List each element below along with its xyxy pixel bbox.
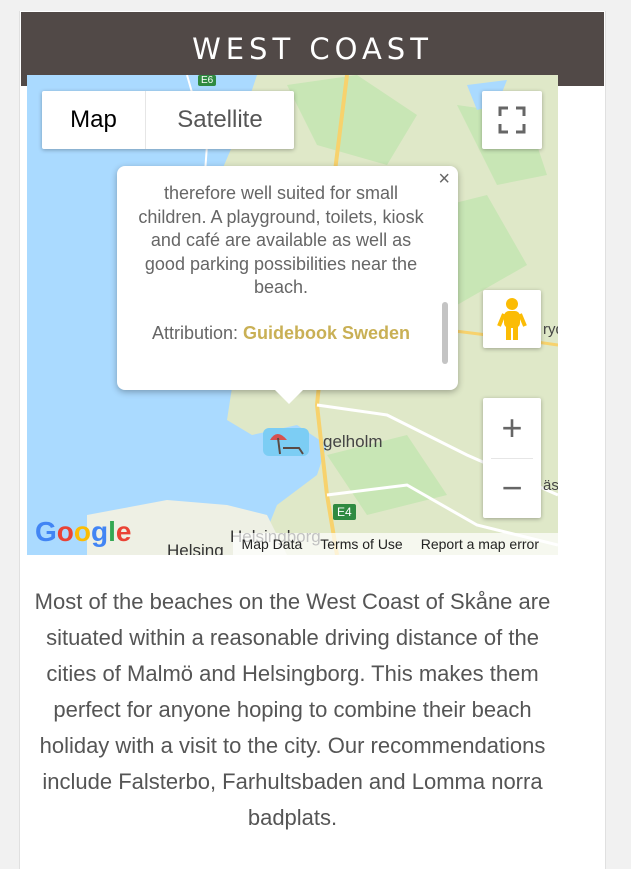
info-window-content: therefore well suited for small children… xyxy=(131,182,431,345)
zoom-in-button[interactable]: + xyxy=(483,398,541,458)
zoom-control: + − xyxy=(483,398,541,518)
map-label-city-helsingor: Helsing xyxy=(167,541,224,555)
description-text: Most of the beaches on the West Coast of… xyxy=(34,589,551,830)
map-data-link[interactable]: Map Data xyxy=(233,533,312,555)
google-logo-letter: g xyxy=(91,516,109,547)
attribution-link[interactable]: Guidebook Sweden xyxy=(243,323,410,343)
map-label-edge-2: äs xyxy=(543,477,558,494)
pegman-icon xyxy=(497,298,527,340)
map-type-satellite-button[interactable]: Satellite xyxy=(145,91,294,149)
google-logo[interactable]: Google xyxy=(35,516,131,548)
info-window-tail xyxy=(275,390,303,404)
google-logo-letter: o xyxy=(73,516,91,547)
map-widget[interactable]: gelholm Helsingborg Helsing E4 E6 ryd äs… xyxy=(27,75,558,555)
report-map-error-link[interactable]: Report a map error xyxy=(412,533,548,555)
attribution-label: Attribution: xyxy=(151,322,238,343)
info-window[interactable]: × therefore well suited for small childr… xyxy=(117,166,458,404)
map-type-control: Map Satellite xyxy=(42,91,294,149)
map-attribution-bar: Map Data Terms of Use Report a map error xyxy=(232,533,558,555)
zoom-out-button[interactable]: − xyxy=(483,458,541,518)
google-logo-letter: o xyxy=(56,516,74,547)
beach-umbrella-icon[interactable] xyxy=(263,428,309,456)
map-label-town: gelholm xyxy=(323,432,383,451)
info-window-attribution: Attribution: Guidebook Sweden xyxy=(131,322,431,346)
street-view-button[interactable] xyxy=(483,290,541,348)
road-shield-e4: E4 xyxy=(333,504,356,520)
info-window-text: therefore well suited for small children… xyxy=(138,183,424,297)
fullscreen-icon xyxy=(498,106,526,134)
google-logo-letter: l xyxy=(108,516,116,547)
zoom-divider xyxy=(491,458,533,459)
google-logo-letter: G xyxy=(35,516,57,547)
close-icon[interactable]: × xyxy=(438,168,450,191)
road-shield-e6: E6 xyxy=(198,75,217,86)
fullscreen-button[interactable] xyxy=(482,91,542,149)
info-window-scrollbar[interactable] xyxy=(442,302,448,364)
map-type-map-button[interactable]: Map xyxy=(42,91,145,149)
google-logo-letter: e xyxy=(115,516,132,547)
map-label-edge-1: ryd xyxy=(543,321,558,338)
terms-of-use-link[interactable]: Terms of Use xyxy=(311,533,411,555)
